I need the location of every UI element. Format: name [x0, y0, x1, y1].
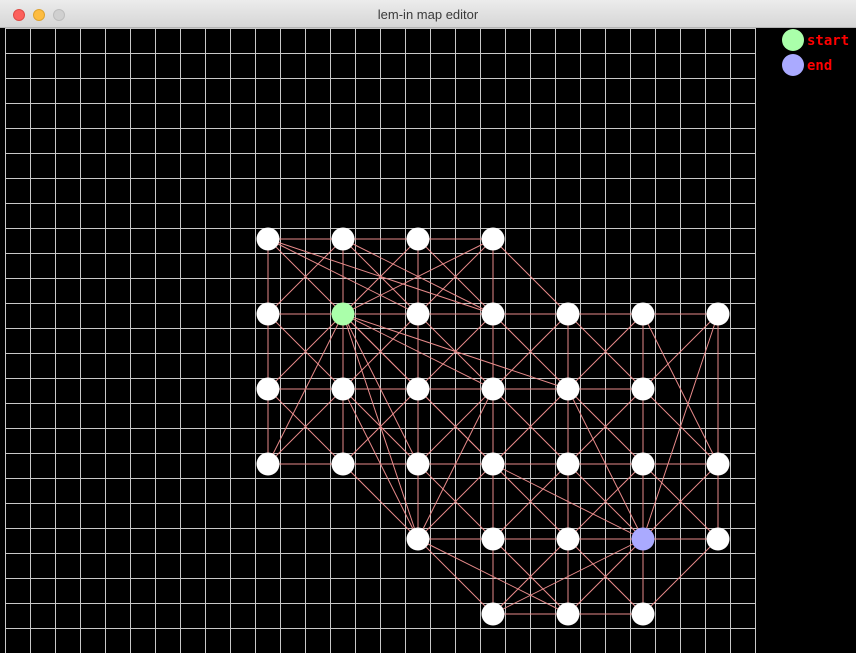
end-room-node[interactable]	[631, 527, 655, 551]
room-node[interactable]	[406, 377, 430, 401]
room-node[interactable]	[631, 452, 655, 476]
room-node[interactable]	[481, 452, 505, 476]
room-node[interactable]	[256, 452, 280, 476]
room-node[interactable]	[331, 227, 355, 251]
room-node[interactable]	[481, 527, 505, 551]
room-node[interactable]	[556, 602, 580, 626]
room-node[interactable]	[706, 302, 730, 326]
room-node[interactable]	[256, 227, 280, 251]
title-bar: lem-in map editor	[0, 0, 856, 28]
room-node[interactable]	[631, 302, 655, 326]
room-node[interactable]	[556, 302, 580, 326]
start-legend-label: start	[807, 33, 849, 49]
map-editor-canvas[interactable]: start end	[0, 28, 856, 653]
room-node[interactable]	[631, 602, 655, 626]
room-node[interactable]	[706, 527, 730, 551]
room-node[interactable]	[481, 302, 505, 326]
room-node[interactable]	[406, 302, 430, 326]
room-node[interactable]	[556, 452, 580, 476]
room-node[interactable]	[331, 377, 355, 401]
start-legend-swatch	[782, 29, 804, 51]
room-node[interactable]	[406, 527, 430, 551]
room-node[interactable]	[331, 452, 355, 476]
room-node[interactable]	[481, 602, 505, 626]
room-node[interactable]	[481, 227, 505, 251]
room-node[interactable]	[556, 377, 580, 401]
room-node[interactable]	[706, 452, 730, 476]
legend: start end	[782, 29, 849, 76]
room-node[interactable]	[256, 302, 280, 326]
app-window: lem-in map editor start end	[0, 0, 856, 653]
end-legend-label: end	[807, 58, 832, 74]
window-title: lem-in map editor	[377, 7, 479, 22]
room-node[interactable]	[481, 377, 505, 401]
room-node[interactable]	[406, 227, 430, 251]
room-node[interactable]	[256, 377, 280, 401]
map-canvas[interactable]: start end	[0, 28, 856, 653]
end-legend-swatch	[782, 54, 804, 76]
room-node[interactable]	[556, 527, 580, 551]
links-layer	[267, 238, 719, 615]
room-node[interactable]	[631, 377, 655, 401]
start-room-node[interactable]	[331, 302, 355, 326]
room-node[interactable]	[406, 452, 430, 476]
